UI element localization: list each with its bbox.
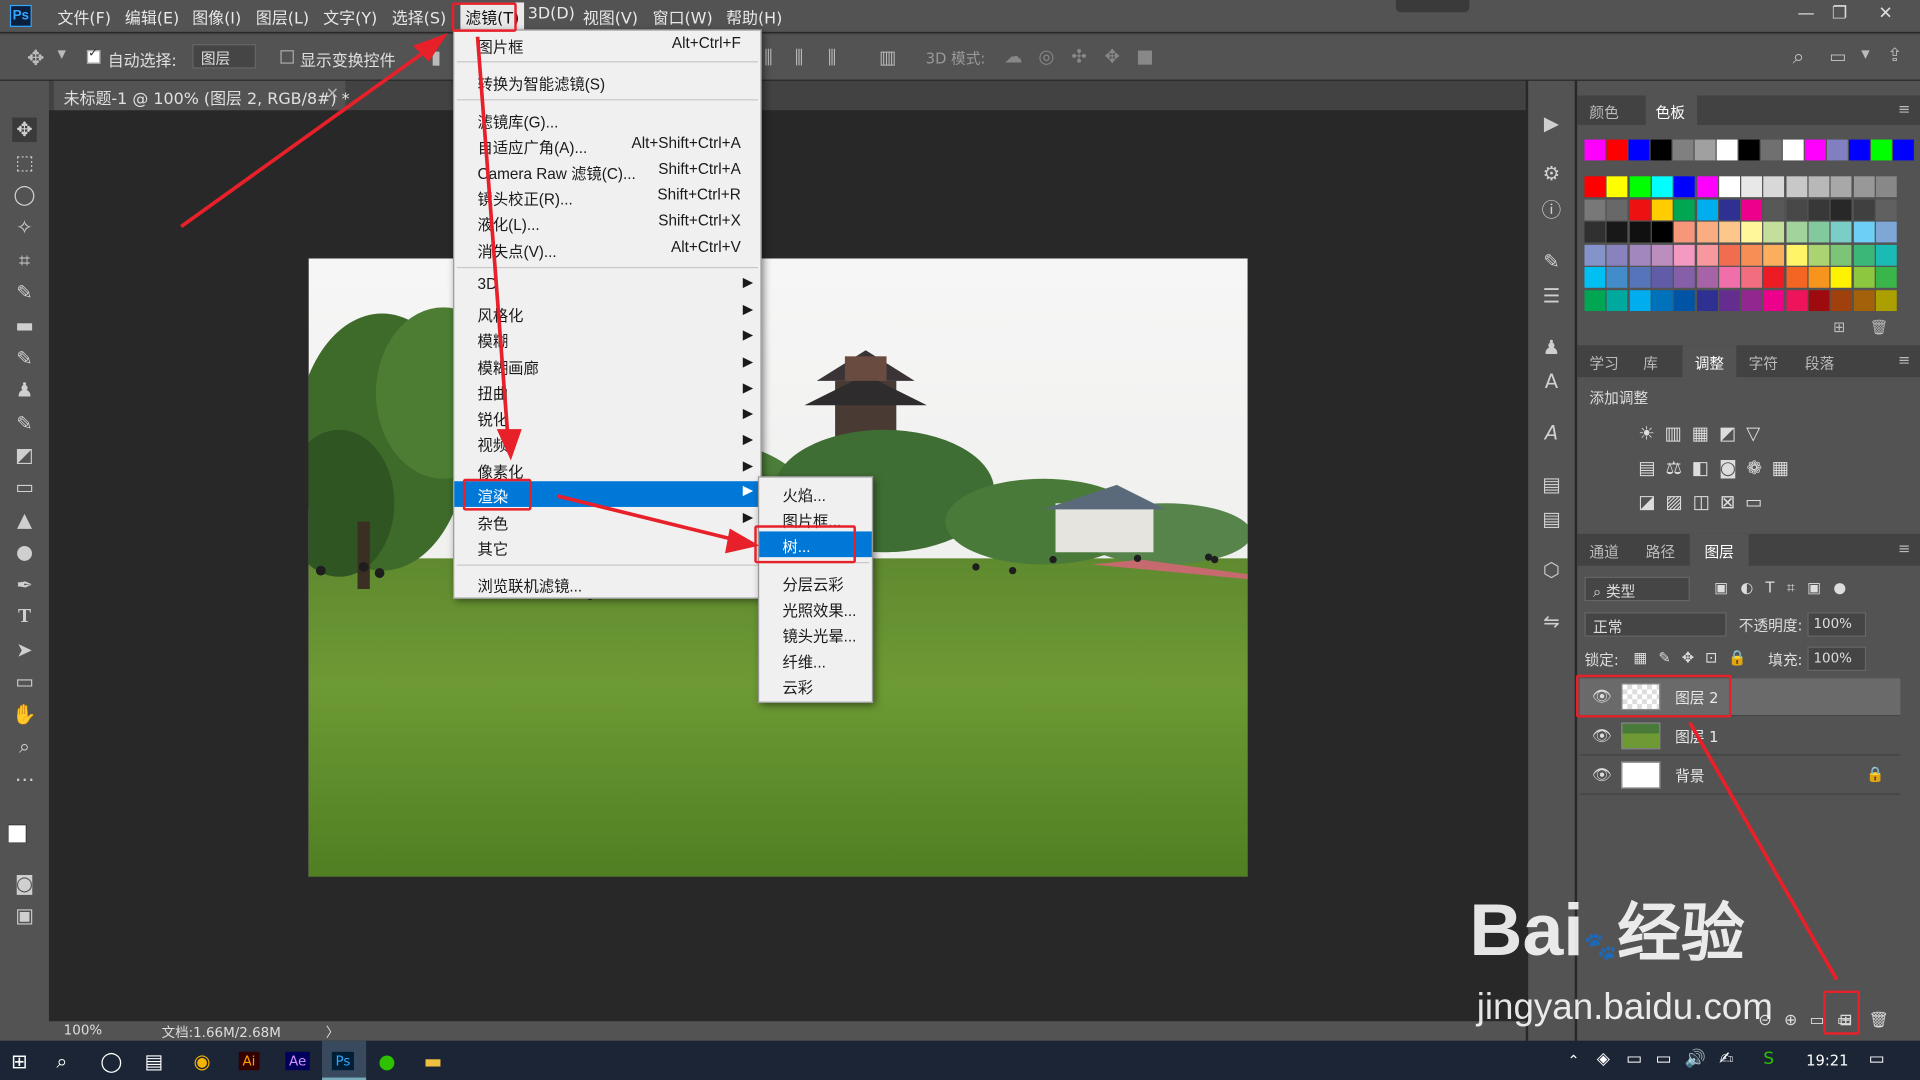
volume-icon[interactable]: 🔊 bbox=[1685, 1049, 1706, 1069]
cortana-icon[interactable]: ◯ bbox=[100, 1049, 122, 1072]
windows-start-icon[interactable]: ⊞ bbox=[11, 1049, 27, 1072]
paw-icon: 🐾 bbox=[1583, 930, 1618, 962]
input-method-icon[interactable]: S bbox=[1763, 1049, 1774, 1069]
watermark-url: jingyan.baidu.com bbox=[1476, 986, 1773, 1028]
shield-icon[interactable]: ◈ bbox=[1597, 1049, 1610, 1069]
wechat-icon[interactable]: ● bbox=[378, 1049, 395, 1072]
search-icon[interactable]: ⌕ bbox=[56, 1049, 67, 1073]
chrome-icon[interactable]: ◉ bbox=[193, 1049, 210, 1072]
annotation-arrowhead bbox=[725, 528, 760, 554]
annotation-arrowhead bbox=[496, 429, 522, 461]
annotation-arrow bbox=[556, 494, 742, 544]
network-icon[interactable]: ▭ bbox=[1656, 1049, 1672, 1069]
photoshop-icon[interactable]: Ps bbox=[331, 1051, 355, 1071]
watermark-brand-cn: 经验 bbox=[1617, 898, 1745, 970]
watermark-brand: Bai bbox=[1469, 888, 1584, 972]
clock[interactable]: 19:21 bbox=[1806, 1052, 1848, 1069]
notification-icon[interactable]: ▭ bbox=[1869, 1049, 1885, 1069]
screen-root: Ps 文件(F) 编辑(E) 图像(I) 图层(L) 文字(Y) 选择(S) 滤… bbox=[0, 0, 1920, 1080]
watermark-logo: Bai🐾经验 bbox=[1469, 882, 1744, 974]
taskbar: ⊞ ⌕ ◯ ▤ ◉ Ai Ae Ps ● ▬ ⌃ ◈ ▭ ▭ 🔊 ✍ S 19:… bbox=[0, 1040, 1920, 1080]
pen-icon[interactable]: ✍ bbox=[1719, 1049, 1733, 1069]
battery-icon[interactable]: ▭ bbox=[1626, 1049, 1642, 1069]
task-view-icon[interactable]: ▤ bbox=[144, 1049, 163, 1072]
after-effects-icon[interactable]: Ae bbox=[285, 1051, 310, 1071]
annotation-arrow bbox=[180, 47, 430, 229]
file-explorer-icon[interactable]: ▬ bbox=[424, 1049, 443, 1072]
chevron-up-icon[interactable]: ⌃ bbox=[1567, 1052, 1579, 1069]
illustrator-icon[interactable]: Ai bbox=[238, 1051, 260, 1071]
annotation-arrow bbox=[475, 36, 510, 441]
